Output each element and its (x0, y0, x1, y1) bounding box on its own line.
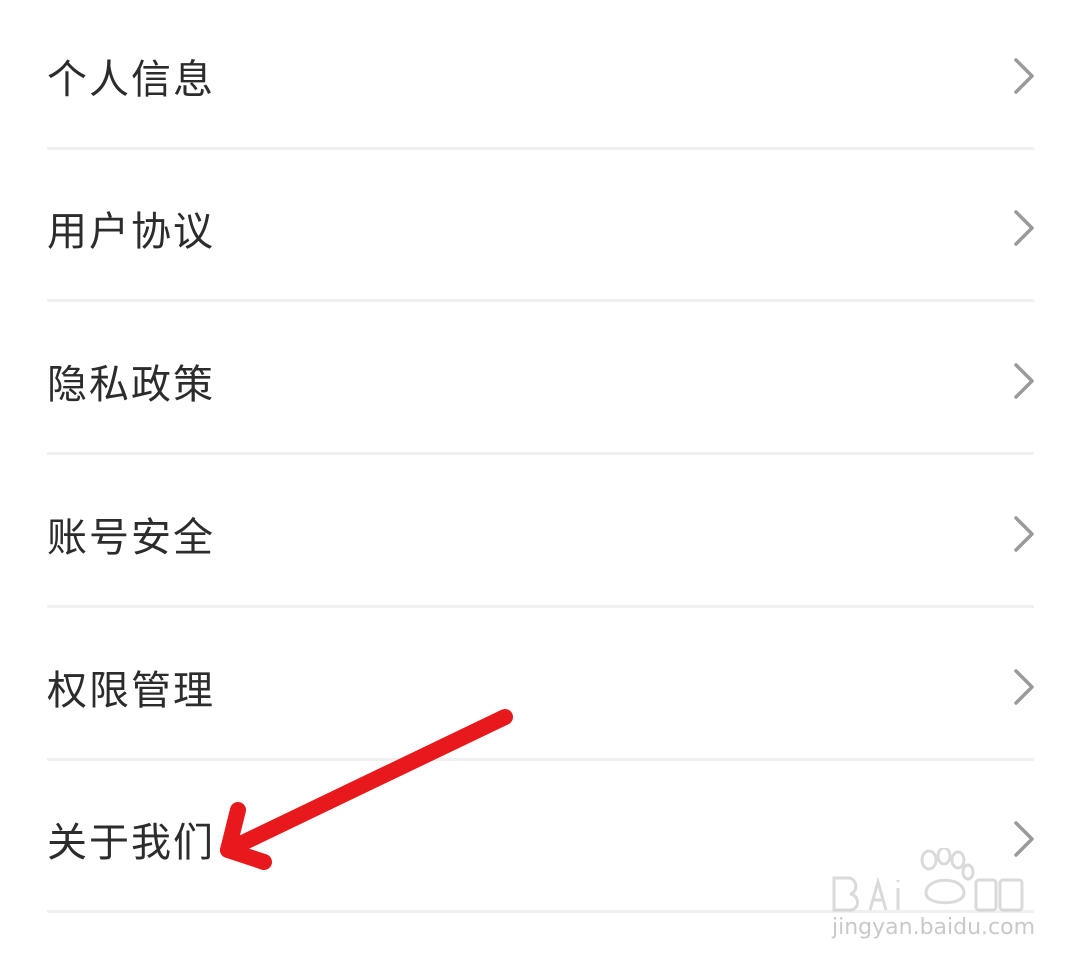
settings-item-label: 个人信息 (47, 57, 215, 103)
divider (47, 147, 1034, 150)
settings-item-label: 隐私政策 (47, 362, 215, 408)
settings-item-label: 权限管理 (47, 668, 215, 714)
settings-item-privacy-policy[interactable]: 隐私政策 (0, 305, 1080, 457)
settings-item-label: 账号安全 (47, 515, 215, 561)
chevron-right-icon (1014, 363, 1034, 399)
divider (47, 299, 1034, 302)
chevron-right-icon (1014, 669, 1034, 705)
watermark-domain: jingyan.baidu.com (832, 915, 1036, 940)
divider (47, 758, 1034, 761)
settings-item-label: 用户协议 (47, 209, 215, 255)
settings-item-user-agreement[interactable]: 用户协议 (0, 152, 1080, 304)
chevron-right-icon (1014, 210, 1034, 246)
divider (47, 605, 1034, 608)
settings-item-account-security[interactable]: 账号安全 (0, 458, 1080, 610)
chevron-right-icon (1014, 58, 1034, 94)
chevron-right-icon (1014, 516, 1034, 552)
settings-item-label: 关于我们 (47, 820, 215, 866)
divider (47, 452, 1034, 455)
settings-item-permission-management[interactable]: 权限管理 (0, 611, 1080, 763)
settings-item-personal-info[interactable]: 个人信息 (0, 0, 1080, 152)
